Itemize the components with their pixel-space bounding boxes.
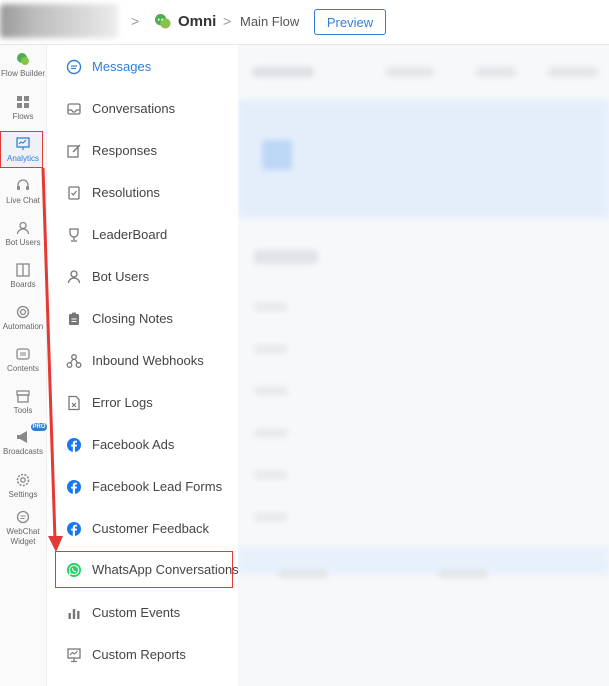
pro-badge: PRO [31, 423, 47, 431]
rail-item-flow-builder[interactable]: Flow Builder [0, 52, 46, 78]
menu-item-leaderboard[interactable]: LeaderBoard [47, 220, 237, 250]
rail-label: Analytics [6, 154, 39, 163]
breadcrumb-separator: > [223, 13, 232, 29]
menu-label: Conversations [92, 101, 176, 116]
bot-name[interactable]: Omni [178, 13, 216, 30]
rail-label: Tools [13, 406, 33, 415]
rail-label: Flow Builder [0, 69, 45, 78]
rail-label: WebChat Widget [6, 527, 40, 546]
rail-label: Boards [10, 280, 36, 289]
resolution-icon [68, 186, 80, 200]
error-log-icon [68, 395, 80, 411]
menu-item-responses[interactable]: Responses [47, 136, 237, 166]
menu-item-custom-events[interactable]: Custom Events [47, 598, 237, 628]
menu-item-closing-notes[interactable]: Closing Notes [47, 304, 237, 334]
menu-item-inbound-webhooks[interactable]: Inbound Webhooks [47, 346, 237, 376]
rail-item-automation[interactable]: Automation [0, 305, 46, 331]
rail-label: Flows [12, 112, 34, 121]
rail-item-settings[interactable]: Settings [0, 473, 46, 499]
top-header: > Omni > Main Flow Preview [0, 0, 609, 45]
grid-icon [17, 96, 29, 108]
menu-label: Closing Notes [92, 311, 173, 326]
clipboard-icon [69, 312, 79, 325]
menu-label: Messages [92, 59, 152, 74]
rail-label: Bot Users [5, 238, 41, 247]
rail-label: Automation [2, 322, 44, 331]
flow-builder-icon [17, 53, 29, 65]
automation-icon [16, 305, 30, 319]
board-icon [16, 263, 30, 277]
rail-item-analytics[interactable]: Analytics [0, 137, 46, 163]
menu-label: Inbound Webhooks [92, 353, 204, 368]
rail-item-tools[interactable]: Tools [0, 389, 46, 415]
user-icon [67, 270, 81, 284]
rail-item-contents[interactable]: Contents [0, 347, 46, 373]
menu-label: LeaderBoard [92, 227, 168, 242]
menu-item-resolutions[interactable]: Resolutions [47, 178, 237, 208]
headset-icon [17, 179, 29, 190]
workspace-logo[interactable] [0, 4, 118, 38]
breadcrumb-separator: > [131, 13, 140, 29]
rail-label: Broadcasts [2, 447, 44, 456]
webhook-icon [66, 354, 82, 368]
menu-item-messages[interactable]: Messages [47, 52, 237, 82]
bar-chart-icon [68, 609, 80, 619]
menu-label: Bot Users [92, 269, 150, 284]
report-icon [67, 648, 81, 663]
menu-item-facebook-ads[interactable]: Facebook Ads [47, 430, 237, 460]
menu-label: Resolutions [92, 185, 160, 200]
facebook-icon [67, 438, 81, 452]
menu-item-customer-feedback[interactable]: Customer Feedback [47, 514, 237, 544]
gear-icon [16, 473, 30, 487]
rail-item-webchat-widget[interactable]: WebChat Widget [0, 510, 46, 547]
rail-item-broadcasts[interactable]: Broadcasts [0, 430, 46, 456]
rail-label: Live Chat [6, 196, 40, 205]
menu-item-conversations[interactable]: Conversations [47, 94, 237, 124]
contents-icon [16, 348, 30, 360]
menu-label: Custom Events [92, 605, 181, 620]
inbox-icon [67, 103, 81, 115]
analytics-submenu: Messages Conversations Responses Resolut… [47, 45, 239, 686]
facebook-icon [67, 522, 81, 536]
menu-label: Custom Reports [92, 647, 186, 662]
facebook-icon [67, 480, 81, 494]
rail-item-flows[interactable]: Flows [0, 95, 46, 121]
menu-item-bot-users[interactable]: Bot Users [47, 262, 237, 292]
chat-icon [16, 510, 30, 524]
rail-label: Settings [8, 490, 38, 499]
megaphone-icon [17, 431, 27, 443]
trophy-icon [69, 228, 79, 242]
rail-label: Contents [6, 364, 40, 373]
bot-chat-icon [154, 13, 171, 29]
flow-name[interactable]: Main Flow [240, 14, 299, 29]
tools-icon [16, 390, 30, 403]
menu-item-facebook-lead-forms[interactable]: Facebook Lead Forms [47, 472, 237, 502]
rail-item-live-chat[interactable]: Live Chat [0, 179, 46, 205]
edit-icon [67, 144, 81, 158]
rail-item-boards[interactable]: Boards [0, 263, 46, 289]
message-icon [66, 59, 82, 75]
menu-label: Error Logs [92, 395, 153, 410]
menu-label: Facebook Lead Forms [92, 479, 223, 494]
whatsapp-highlight-box [55, 551, 233, 588]
menu-item-error-logs[interactable]: Error Logs [47, 388, 237, 418]
menu-label: Responses [92, 143, 158, 158]
analytics-icon [16, 137, 30, 150]
menu-label: Facebook Ads [92, 437, 175, 452]
menu-label: Customer Feedback [92, 521, 210, 536]
preview-button[interactable]: Preview [314, 9, 386, 35]
analytics-content-area [238, 45, 609, 686]
rail-item-bot-users[interactable]: Bot Users [0, 221, 46, 247]
user-icon [16, 221, 30, 235]
menu-item-custom-reports[interactable]: Custom Reports [47, 640, 237, 670]
